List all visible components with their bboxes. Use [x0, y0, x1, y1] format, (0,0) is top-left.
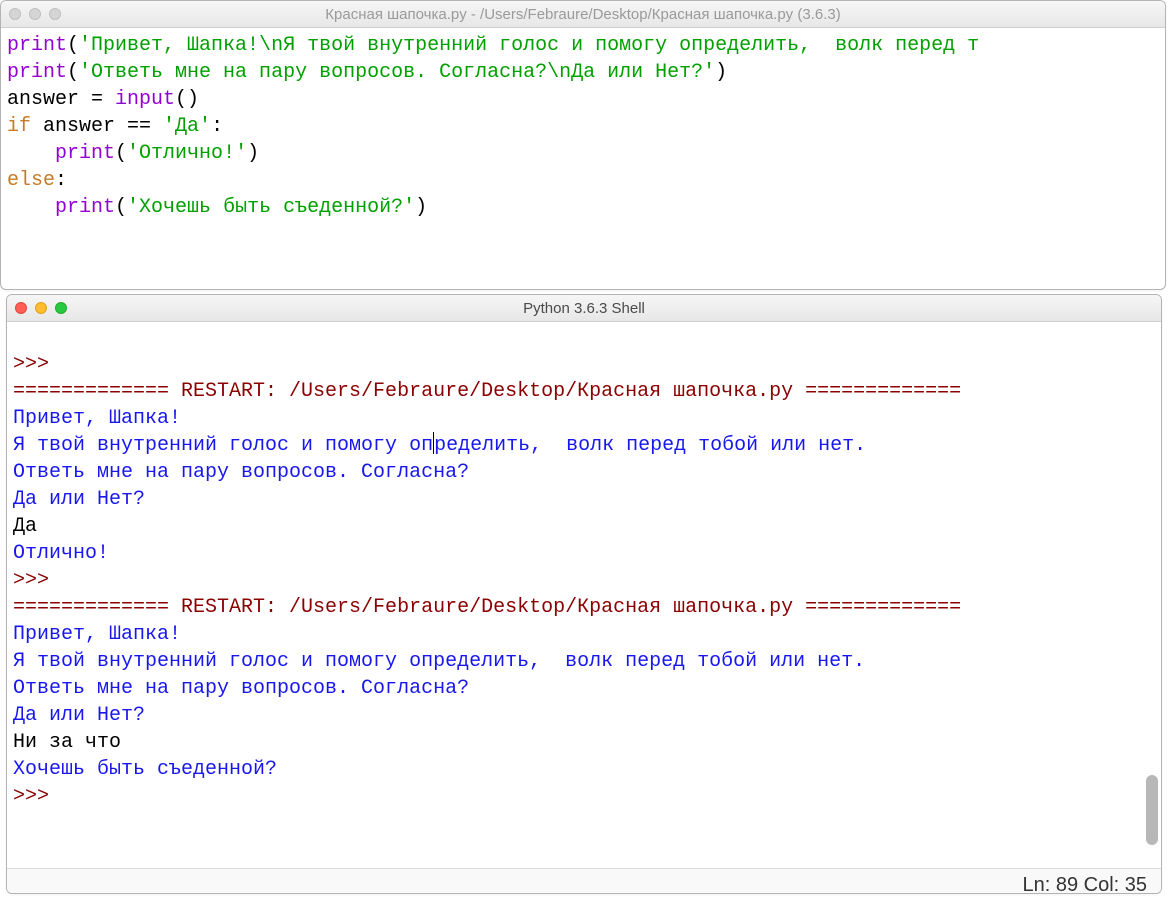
shell-prompt: >>> — [13, 569, 61, 592]
code-token: if — [7, 115, 31, 138]
code-token: ) — [247, 142, 259, 165]
shell-text: Хочешь быть съеденной? — [13, 758, 277, 781]
code-token: ( — [67, 61, 79, 84]
shell-title: Python 3.6.3 Shell — [7, 300, 1161, 317]
shell-user-input: Да — [13, 515, 37, 538]
editor-titlebar[interactable]: Красная шапочка.py - /Users/Febraure/Des… — [1, 1, 1165, 28]
code-token: () — [175, 88, 199, 111]
code-token — [7, 142, 55, 165]
code-token: ( — [67, 34, 79, 57]
code-token: 'Хочешь быть съеденной?' — [127, 196, 415, 219]
editor-title: Красная шапочка.py - /Users/Febraure/Des… — [1, 6, 1165, 23]
code-token: ) — [715, 61, 727, 84]
close-icon[interactable] — [9, 8, 21, 20]
zoom-icon[interactable] — [55, 302, 67, 314]
shell-text: Ответь мне на пару вопросов. Согласна? — [13, 677, 469, 700]
shell-text: Привет, Шапка! — [13, 623, 181, 646]
shell-text: Да или Нет? — [13, 704, 145, 727]
code-editor[interactable]: print('Привет, Шапка!\nЯ твой внутренний… — [1, 28, 1165, 229]
code-token: 'Привет, Шапка!\nЯ твой внутренний голос… — [79, 34, 979, 57]
shell-text: Привет, Шапка! — [13, 407, 181, 430]
minimize-icon[interactable] — [35, 302, 47, 314]
code-token: print — [7, 61, 67, 84]
code-token: else — [7, 169, 55, 192]
shell-text: ределить, волк перед тобой или нет. — [434, 434, 866, 457]
zoom-icon[interactable] — [49, 8, 61, 20]
code-token: print — [55, 142, 115, 165]
shell-output[interactable]: Хочешь быть съеденной? >>> =============… — [7, 322, 1161, 868]
code-token: : — [55, 169, 67, 192]
shell-user-input: Ни за что — [13, 731, 121, 754]
shell-text: Я твой внутренний голос и помогу оп — [13, 434, 433, 457]
shell-prompt: >>> — [13, 353, 61, 376]
code-token: answer == — [31, 115, 163, 138]
shell-prompt: >>> — [13, 785, 61, 808]
scrollbar-thumb[interactable] — [1146, 775, 1158, 845]
code-token: : — [211, 115, 223, 138]
code-token: ) — [415, 196, 427, 219]
code-token: ( — [115, 196, 127, 219]
code-token: print — [7, 34, 67, 57]
window-controls — [9, 8, 61, 20]
code-token: input — [115, 88, 175, 111]
shell-statusbar: Ln: 89 Col: 35 — [7, 868, 1161, 894]
shell-text: Отлично! — [13, 542, 109, 565]
close-icon[interactable] — [15, 302, 27, 314]
minimize-icon[interactable] — [29, 8, 41, 20]
shell-text: Ответь мне на пару вопросов. Согласна? — [13, 461, 469, 484]
code-token: ( — [115, 142, 127, 165]
window-controls — [15, 302, 67, 314]
code-token: print — [55, 196, 115, 219]
editor-window: Красная шапочка.py - /Users/Febraure/Des… — [0, 0, 1166, 290]
shell-restart: ============= RESTART: /Users/Febraure/D… — [13, 380, 961, 403]
code-token: answer = — [7, 88, 115, 111]
code-token: 'Да' — [163, 115, 211, 138]
code-token — [7, 196, 55, 219]
shell-window: Python 3.6.3 Shell Хочешь быть съеденной… — [6, 294, 1162, 894]
cursor-position: Ln: 89 Col: 35 — [1022, 874, 1147, 895]
shell-restart: ============= RESTART: /Users/Febraure/D… — [13, 596, 961, 619]
shell-text: Да или Нет? — [13, 488, 145, 511]
shell-text: Я твой внутренний голос и помогу определ… — [13, 650, 865, 673]
shell-titlebar[interactable]: Python 3.6.3 Shell — [7, 295, 1161, 322]
code-token: 'Отлично!' — [127, 142, 247, 165]
code-token: 'Ответь мне на пару вопросов. Согласна?\… — [79, 61, 715, 84]
